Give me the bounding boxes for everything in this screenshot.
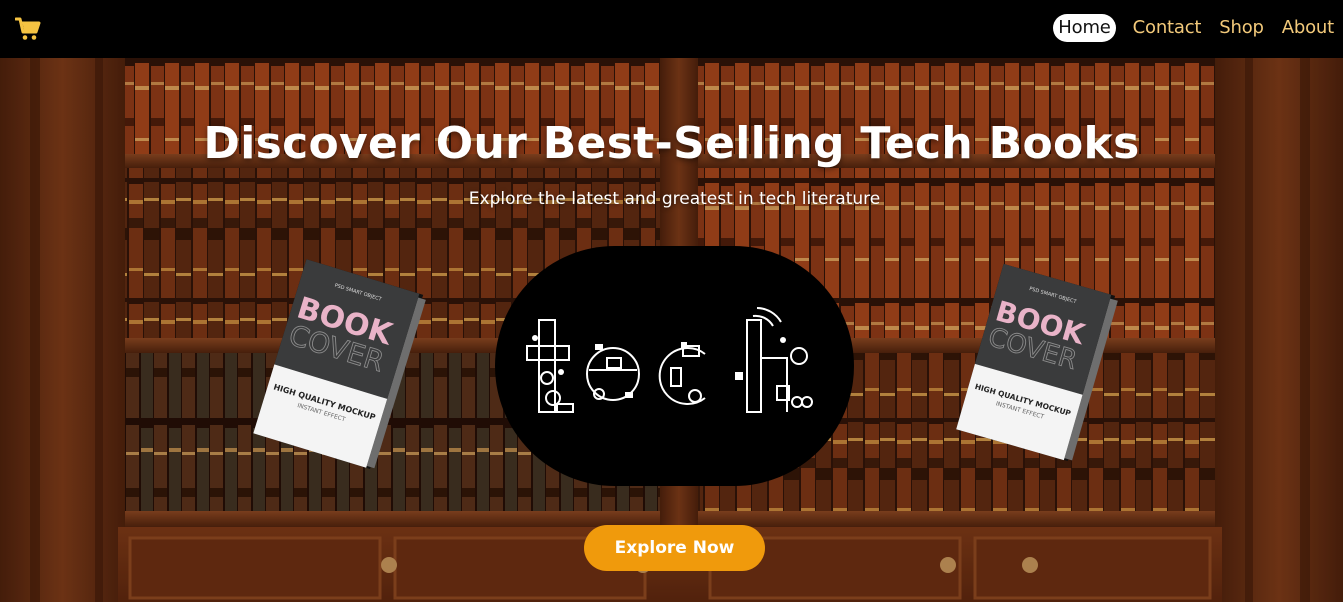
shopping-cart-icon[interactable] — [15, 17, 41, 41]
explore-now-button[interactable]: Explore Now — [584, 525, 765, 571]
hero-title: Discover Our Best-Selling Tech Books — [203, 118, 1140, 169]
hero-section: Discover Our Best-Selling Tech Books Exp… — [0, 58, 1343, 602]
nav-link-home[interactable]: Home — [1053, 14, 1116, 42]
nav-links: Home Contact Shop About — [1053, 14, 1335, 42]
book-cover-image-left: PSD SMART OBJECT BOOK COVER HIGH QUALITY… — [253, 259, 426, 469]
nav-link-shop[interactable]: Shop — [1218, 14, 1264, 42]
hero-subtitle: Explore the latest and greatest in tech … — [468, 189, 881, 209]
nav-link-contact[interactable]: Contact — [1132, 14, 1203, 42]
navbar: Home Contact Shop About — [0, 0, 1343, 58]
tech-logo-image — [495, 246, 854, 486]
nav-link-about[interactable]: About — [1281, 14, 1335, 42]
book-cover-image-right: PSD SMART OBJECT BOOK COVER HIGH QUALITY… — [956, 263, 1118, 462]
